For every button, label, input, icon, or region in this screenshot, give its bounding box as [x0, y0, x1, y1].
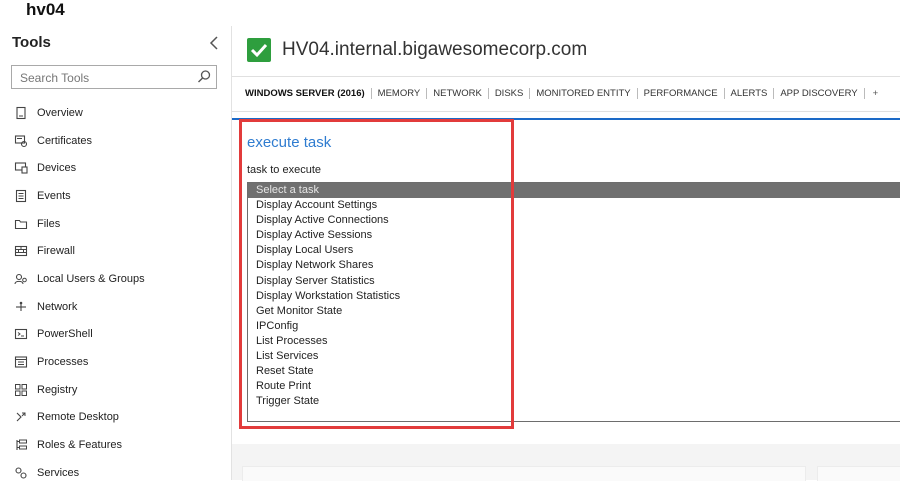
files-icon	[14, 217, 28, 231]
lower-section	[232, 444, 900, 481]
task-option[interactable]: Display Workstation Statistics	[248, 289, 900, 304]
task-option[interactable]: Get Monitor State	[248, 304, 900, 319]
sidebar-item-label: Processes	[37, 356, 89, 369]
execute-task-panel: execute task task to execute Select a ta…	[232, 118, 900, 446]
sidebar-item-label: Roles & Features	[37, 439, 122, 452]
sidebar-item-label: Services	[37, 466, 80, 479]
main-content: HV04.internal.bigawesomecorp.com WINDOWS…	[232, 26, 900, 481]
tools-sidebar: Tools Overview Certificates Devices Events F…	[0, 26, 232, 480]
services-icon	[14, 466, 28, 480]
powershell-icon	[14, 327, 28, 341]
processes-icon	[14, 355, 28, 369]
sidebar-item-certificates[interactable]: Certificates	[0, 127, 231, 155]
sidebar-item-label: Devices	[37, 162, 77, 175]
tools-list: Overview Certificates Devices Events Files Fi…	[0, 99, 231, 487]
search-input[interactable]	[18, 67, 192, 89]
tab-alerts[interactable]: ALERTS	[725, 88, 774, 99]
task-option[interactable]: Reset State	[248, 364, 900, 379]
task-option[interactable]: List Processes	[248, 334, 900, 349]
task-listbox[interactable]: Select a task Display Account Settings Dis…	[247, 182, 900, 422]
search-tools-box[interactable]	[11, 65, 217, 89]
sidebar-item-label: Events	[37, 189, 71, 202]
tab-monitored-entity[interactable]: MONITORED ENTITY	[530, 88, 636, 99]
overview-icon	[14, 106, 28, 120]
sidebar-item-label: Firewall	[37, 245, 75, 258]
task-option[interactable]: Display Local Users	[248, 243, 900, 258]
tab-bar: WINDOWS SERVER (2016) MEMORY NETWORK DISKS M…	[232, 76, 900, 112]
tab-network[interactable]: NETWORK	[427, 88, 488, 99]
sidebar-item-processes[interactable]: Processes	[0, 348, 231, 376]
sidebar-item-firewall[interactable]: Firewall	[0, 237, 231, 265]
sidebar-item-label: Remote Desktop	[37, 411, 119, 424]
panel-title: execute task	[247, 134, 332, 151]
task-option[interactable]: Display Active Sessions	[248, 228, 900, 243]
sidebar-item-events[interactable]: Events	[0, 182, 231, 210]
network-icon	[14, 300, 28, 314]
search-icon[interactable]	[196, 69, 212, 85]
events-icon	[14, 189, 28, 203]
sidebar-item-devices[interactable]: Devices	[0, 154, 231, 182]
task-option[interactable]: Route Print	[248, 379, 900, 394]
check-icon	[247, 38, 271, 62]
devices-icon	[14, 161, 28, 175]
server-name: hv04	[26, 0, 65, 19]
tab-performance[interactable]: PERFORMANCE	[638, 88, 724, 99]
sidebar-item-overview[interactable]: Overview	[0, 99, 231, 127]
tab-disks[interactable]: DISKS	[489, 88, 530, 99]
sidebar-item-roles-and-features[interactable]: Roles & Features	[0, 431, 231, 459]
sidebar-item-powershell[interactable]: PowerShell	[0, 321, 231, 349]
sidebar-item-services[interactable]: Services	[0, 459, 231, 487]
task-option[interactable]: Display Active Connections	[248, 213, 900, 228]
sidebar-title: Tools	[12, 34, 51, 51]
sidebar-item-registry[interactable]: Registry	[0, 376, 231, 404]
firewall-icon	[14, 244, 28, 258]
task-option[interactable]: IPConfig	[248, 319, 900, 334]
page-title: HV04.internal.bigawesomecorp.com	[282, 39, 588, 60]
task-option[interactable]: Display Account Settings	[248, 198, 900, 213]
sidebar-item-label: Certificates	[37, 134, 93, 147]
lower-card	[242, 466, 806, 481]
sidebar-item-network[interactable]: Network	[0, 293, 231, 321]
task-option[interactable]: Display Server Statistics	[248, 274, 900, 289]
lower-card	[817, 466, 900, 481]
sidebar-item-label: Local Users & Groups	[37, 272, 145, 285]
task-option-placeholder[interactable]: Select a task	[248, 183, 900, 199]
users-icon	[14, 272, 28, 286]
add-tab-button[interactable]: +	[865, 88, 885, 99]
remote-desktop-icon	[14, 410, 28, 424]
tab-windows-server-2016[interactable]: WINDOWS SERVER (2016)	[245, 88, 371, 99]
task-select-label: task to execute	[247, 164, 321, 176]
sidebar-item-label: PowerShell	[37, 328, 93, 341]
sidebar-item-files[interactable]: Files	[0, 210, 231, 238]
task-option[interactable]: Trigger State	[248, 394, 900, 409]
sidebar-item-label: Overview	[37, 106, 83, 119]
collapse-chevron-icon[interactable]	[207, 35, 221, 51]
task-option[interactable]: Display Network Shares	[248, 258, 900, 273]
sidebar-item-label: Registry	[37, 383, 78, 396]
certificate-icon	[14, 134, 28, 148]
roles-icon	[14, 438, 28, 452]
tab-memory[interactable]: MEMORY	[372, 88, 427, 99]
registry-icon	[14, 383, 28, 397]
sidebar-item-local-users-and-groups[interactable]: Local Users & Groups	[0, 265, 231, 293]
sidebar-item-remote-desktop[interactable]: Remote Desktop	[0, 404, 231, 432]
sidebar-item-label: Files	[37, 217, 61, 230]
sidebar-item-label: Network	[37, 300, 78, 313]
tab-app-discovery[interactable]: APP DISCOVERY	[774, 88, 863, 99]
task-option[interactable]: List Services	[248, 349, 900, 364]
